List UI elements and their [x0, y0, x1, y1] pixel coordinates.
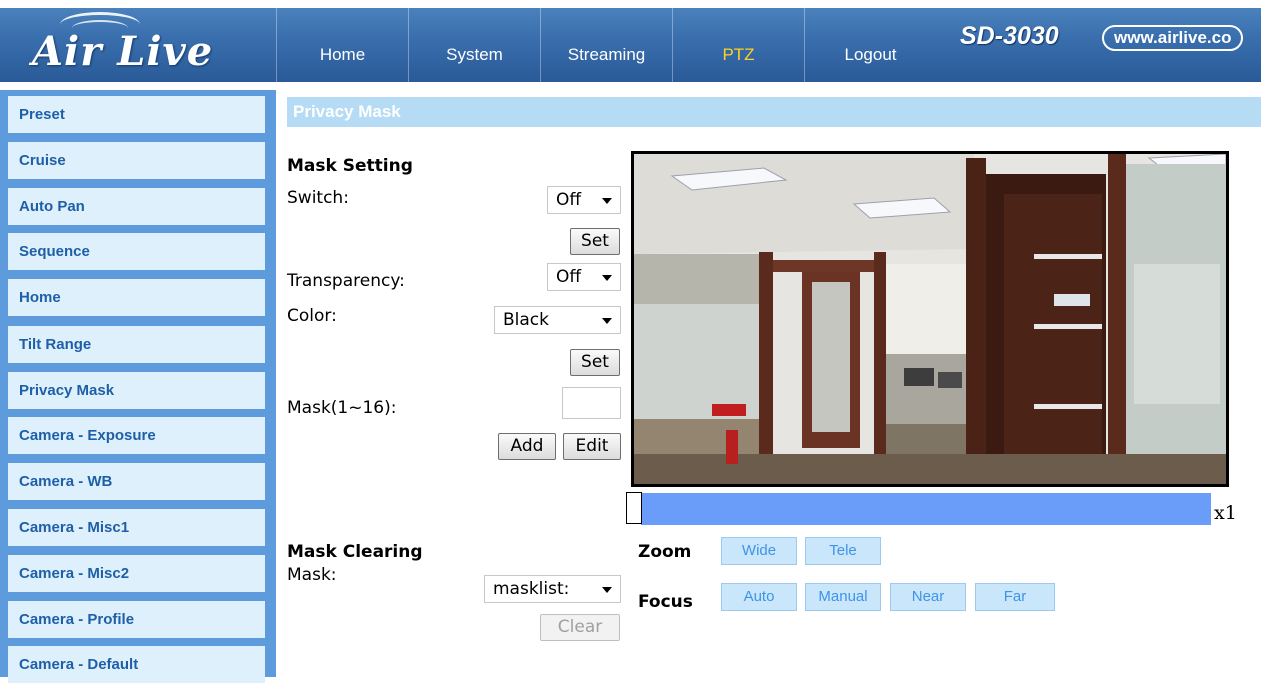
nav-home[interactable]: Home [276, 8, 408, 82]
clear-mask-button[interactable]: Clear [540, 614, 620, 641]
sidebar-item-auto-pan[interactable]: Auto Pan [8, 188, 265, 225]
sidebar-item-cruise[interactable]: Cruise [8, 142, 265, 179]
sidebar-item-camera-default[interactable]: Camera - Default [8, 646, 265, 683]
zoom-tele-button[interactable]: Tele [805, 537, 881, 565]
transparency-select-value: Off [556, 267, 582, 287]
zoom-level-readout: x1 [1214, 502, 1237, 524]
sidebar-item-preset[interactable]: Preset [8, 96, 265, 133]
nav-ptz[interactable]: PTZ [672, 8, 804, 82]
chevron-down-icon [602, 275, 612, 281]
set-color-button[interactable]: Set [570, 349, 620, 376]
logo-text: Air Live [32, 28, 214, 75]
zoom-level-bar[interactable] [641, 493, 1211, 525]
focus-auto-button[interactable]: Auto [721, 583, 797, 611]
header-separator [0, 82, 1261, 90]
chevron-down-icon [602, 198, 612, 204]
sidebar-item-tilt-range[interactable]: Tilt Range [8, 326, 265, 363]
nav-logout[interactable]: Logout [804, 8, 936, 82]
page-title: Privacy Mask [287, 97, 1261, 127]
nav-system[interactable]: System [408, 8, 540, 82]
header: Air Live Home System Streaming PTZ Logou… [0, 0, 1261, 82]
transparency-select[interactable]: Off [547, 263, 621, 291]
switch-label: Switch: [287, 188, 349, 208]
mask-clearing-heading: Mask Clearing [287, 542, 423, 562]
top-nav: Home System Streaming PTZ Logout [276, 8, 936, 82]
transparency-label: Transparency: [287, 271, 405, 291]
color-select[interactable]: Black [494, 306, 621, 334]
header-top-strip [0, 0, 1261, 8]
sidebar-item-camera-profile[interactable]: Camera - Profile [8, 601, 265, 638]
camera-live-view[interactable] [631, 151, 1229, 487]
zoom-label: Zoom [638, 542, 692, 562]
zoom-slider-handle[interactable] [626, 492, 642, 524]
sidebar-item-camera-misc2[interactable]: Camera - Misc2 [8, 555, 265, 592]
set-switch-button[interactable]: Set [570, 228, 620, 255]
mask-list-label: Mask: [287, 565, 337, 585]
sidebar-item-privacy-mask[interactable]: Privacy Mask [8, 372, 265, 409]
focus-manual-button[interactable]: Manual [805, 583, 881, 611]
mask-number-input[interactable] [562, 387, 621, 419]
airlive-logo[interactable]: Air Live [22, 8, 267, 78]
sidebar-item-home[interactable]: Home [8, 279, 265, 316]
model-name: SD-3030 [960, 22, 1059, 50]
sidebar-item-sequence[interactable]: Sequence [8, 233, 265, 270]
color-label: Color: [287, 306, 337, 326]
edit-mask-button[interactable]: Edit [563, 433, 621, 460]
mask-setting-heading: Mask Setting [287, 156, 413, 176]
chevron-down-icon [602, 318, 612, 324]
focus-label: Focus [638, 592, 693, 612]
sidebar-item-camera-exposure[interactable]: Camera - Exposure [8, 417, 265, 454]
sidebar-item-camera-misc1[interactable]: Camera - Misc1 [8, 509, 265, 546]
focus-far-button[interactable]: Far [975, 583, 1055, 611]
mask-list-select-value: masklist: [493, 579, 570, 599]
mask-number-label: Mask(1~16): [287, 398, 397, 418]
zoom-wide-button[interactable]: Wide [721, 537, 797, 565]
sidebar: Preset Cruise Auto Pan Sequence Home Til… [0, 90, 276, 683]
mask-list-select[interactable]: masklist: [484, 575, 621, 603]
add-mask-button[interactable]: Add [498, 433, 556, 460]
nav-streaming[interactable]: Streaming [540, 8, 672, 82]
sidebar-item-camera-wb[interactable]: Camera - WB [8, 463, 265, 500]
camera-image [634, 154, 1226, 484]
switch-select-value: Off [556, 190, 582, 210]
website-link[interactable]: www.airlive.co [1102, 25, 1244, 51]
focus-near-button[interactable]: Near [890, 583, 966, 611]
color-select-value: Black [503, 310, 549, 330]
chevron-down-icon [602, 587, 612, 593]
switch-select[interactable]: Off [547, 186, 621, 214]
